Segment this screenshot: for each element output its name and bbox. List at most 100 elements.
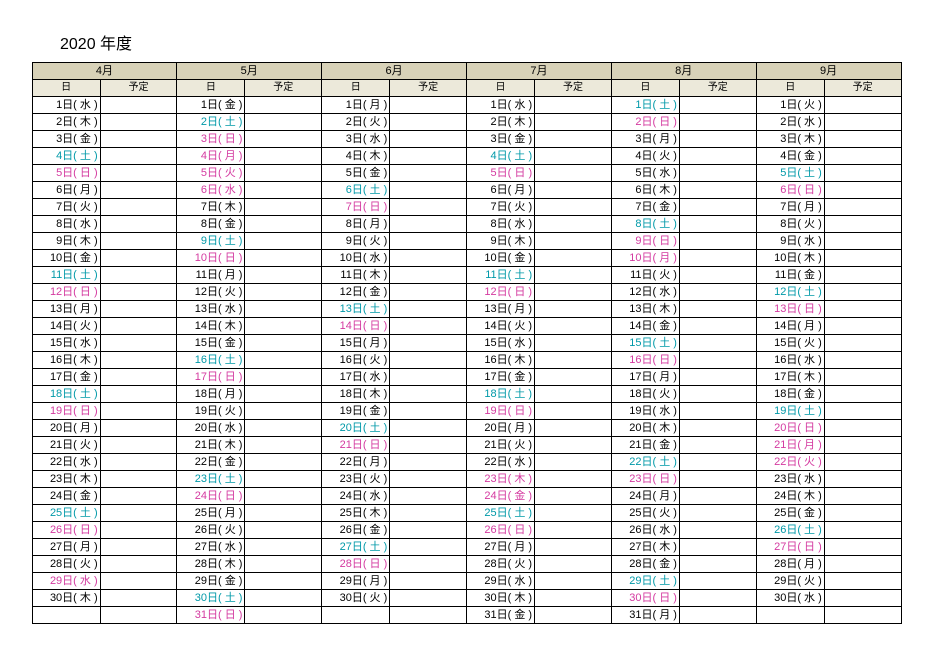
plan-cell (390, 335, 467, 352)
day-cell: 20日( 水 ) (177, 420, 245, 437)
calendar-row: 30日( 木 )30日( 土 )30日( 火 )30日( 木 )30日( 日 )… (32, 590, 901, 607)
day-cell: 8日( 月 ) (322, 216, 390, 233)
day-cell: 1日( 金 ) (177, 97, 245, 114)
plan-cell (390, 420, 467, 437)
plan-cell (535, 607, 612, 624)
day-cell: 22日( 土 ) (611, 454, 679, 471)
day-cell: 12日( 日 ) (32, 284, 100, 301)
day-cell: 19日( 金 ) (322, 403, 390, 420)
plan-cell (535, 165, 612, 182)
plan-cell (245, 199, 322, 216)
plan-cell (824, 216, 901, 233)
plan-cell (100, 335, 177, 352)
plan-cell (245, 386, 322, 403)
plan-cell (245, 556, 322, 573)
plan-cell (535, 318, 612, 335)
day-cell: 30日( 日 ) (611, 590, 679, 607)
calendar-row: 16日( 木 )16日( 土 )16日( 火 )16日( 木 )16日( 日 )… (32, 352, 901, 369)
plan-cell (245, 267, 322, 284)
day-cell: 8日( 火 ) (756, 216, 824, 233)
day-cell: 10日( 金 ) (32, 250, 100, 267)
calendar-row: 13日( 月 )13日( 水 )13日( 土 )13日( 月 )13日( 木 )… (32, 301, 901, 318)
day-cell: 4日( 土 ) (466, 148, 534, 165)
day-cell: 4日( 金 ) (756, 148, 824, 165)
day-cell: 8日( 土 ) (611, 216, 679, 233)
day-cell: 8日( 水 ) (32, 216, 100, 233)
month-header: 7月 (466, 63, 611, 80)
day-cell: 12日( 金 ) (322, 284, 390, 301)
calendar-row: 19日( 日 )19日( 火 )19日( 金 )19日( 日 )19日( 水 )… (32, 403, 901, 420)
plan-cell (390, 539, 467, 556)
day-cell: 11日( 土 ) (32, 267, 100, 284)
plan-cell (390, 97, 467, 114)
day-cell: 28日( 火 ) (466, 556, 534, 573)
plan-cell (100, 454, 177, 471)
plan-cell (535, 148, 612, 165)
plan-cell (245, 607, 322, 624)
day-cell: 17日( 木 ) (756, 369, 824, 386)
day-cell: 26日( 火 ) (177, 522, 245, 539)
day-cell (322, 607, 390, 624)
plan-cell (390, 182, 467, 199)
day-cell: 6日( 月 ) (466, 182, 534, 199)
day-cell: 15日( 水 ) (466, 335, 534, 352)
calendar-row: 1日( 水 )1日( 金 )1日( 月 )1日( 水 )1日( 土 )1日( 火… (32, 97, 901, 114)
plan-cell (100, 267, 177, 284)
calendar-row: 31日( 日 )31日( 金 )31日( 月 ) (32, 607, 901, 624)
day-cell: 11日( 木 ) (322, 267, 390, 284)
month-header: 9月 (756, 63, 901, 80)
day-cell: 20日( 月 ) (466, 420, 534, 437)
day-cell: 10日( 木 ) (756, 250, 824, 267)
calendar-row: 9日( 木 )9日( 土 )9日( 火 )9日( 木 )9日( 日 )9日( 水… (32, 233, 901, 250)
plan-cell (679, 420, 756, 437)
day-cell: 7日( 火 ) (466, 199, 534, 216)
plan-cell (390, 284, 467, 301)
plan-cell (679, 233, 756, 250)
plan-cell (824, 335, 901, 352)
plan-cell (824, 148, 901, 165)
day-cell: 25日( 木 ) (322, 505, 390, 522)
plan-cell (679, 471, 756, 488)
plan-cell (535, 301, 612, 318)
day-cell: 25日( 土 ) (32, 505, 100, 522)
plan-cell (535, 335, 612, 352)
day-cell: 18日( 月 ) (177, 386, 245, 403)
plan-cell (824, 114, 901, 131)
plan-cell (245, 148, 322, 165)
plan-cell (535, 471, 612, 488)
plan-cell (390, 301, 467, 318)
calendar-row: 28日( 火 )28日( 木 )28日( 日 )28日( 火 )28日( 金 )… (32, 556, 901, 573)
plan-cell (679, 284, 756, 301)
day-cell: 28日( 木 ) (177, 556, 245, 573)
day-cell: 15日( 金 ) (177, 335, 245, 352)
day-cell: 2日( 木 ) (466, 114, 534, 131)
plan-cell (679, 97, 756, 114)
day-cell: 12日( 土 ) (756, 284, 824, 301)
plan-cell (390, 216, 467, 233)
day-cell: 19日( 水 ) (611, 403, 679, 420)
plan-cell (824, 267, 901, 284)
day-cell: 31日( 日 ) (177, 607, 245, 624)
day-cell: 30日( 火 ) (322, 590, 390, 607)
plan-cell (100, 420, 177, 437)
plan-cell (824, 250, 901, 267)
day-cell: 29日( 月 ) (322, 573, 390, 590)
day-cell: 29日( 水 ) (466, 573, 534, 590)
plan-cell (390, 386, 467, 403)
day-cell: 6日( 土 ) (322, 182, 390, 199)
day-cell: 6日( 月 ) (32, 182, 100, 199)
plan-cell (390, 522, 467, 539)
day-cell: 14日( 日 ) (322, 318, 390, 335)
day-cell: 5日( 金 ) (322, 165, 390, 182)
plan-cell (245, 182, 322, 199)
day-cell: 2日( 水 ) (756, 114, 824, 131)
day-cell: 31日( 金 ) (466, 607, 534, 624)
plan-cell (100, 301, 177, 318)
day-cell: 4日( 月 ) (177, 148, 245, 165)
plan-subheader: 予定 (679, 80, 756, 97)
calendar-row: 7日( 火 )7日( 木 )7日( 日 )7日( 火 )7日( 金 )7日( 月… (32, 199, 901, 216)
plan-cell (679, 267, 756, 284)
day-cell: 11日( 火 ) (611, 267, 679, 284)
day-cell: 20日( 土 ) (322, 420, 390, 437)
plan-cell (824, 352, 901, 369)
